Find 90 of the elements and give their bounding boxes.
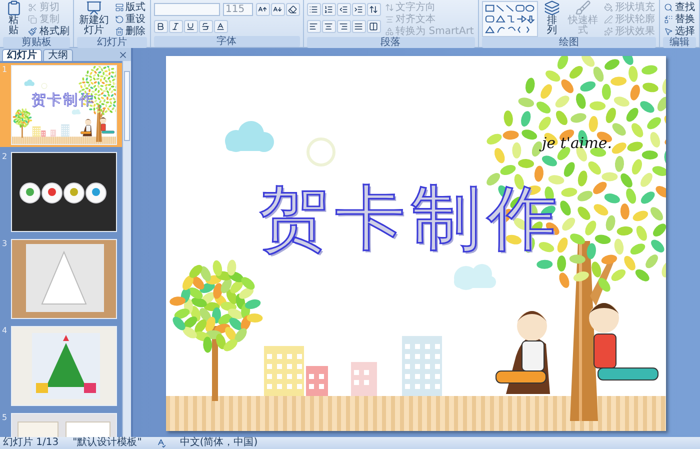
ribbon-button[interactable]: 选择: [663, 25, 696, 37]
align-left-button[interactable]: [306, 20, 321, 33]
numbered-list-button[interactable]: [322, 3, 336, 16]
ribbon-button[interactable]: 替换: [663, 13, 696, 25]
grow-font-icon: [258, 5, 268, 14]
align-center-icon: [324, 22, 334, 31]
up-down-arrow-icon: [384, 2, 394, 12]
eraser-icon: [288, 5, 298, 14]
presentation-board-icon: [86, 0, 102, 16]
align-right-button[interactable]: [336, 20, 351, 33]
theme-name: "默认设计模板": [72, 437, 142, 449]
group-label: 幻灯片: [77, 37, 147, 48]
slide-thumbnail-item[interactable]: 3: [0, 237, 122, 321]
trash-icon: [114, 26, 124, 36]
columns-icon: [369, 22, 378, 31]
close-icon[interactable]: [118, 50, 128, 60]
bullet-list-icon: [309, 5, 318, 14]
spell-check-icon[interactable]: [156, 438, 166, 448]
bullet-list-button[interactable]: [306, 3, 321, 16]
scissors-icon: [28, 2, 38, 12]
scrollbar[interactable]: [122, 61, 131, 437]
sparkles-icon: [604, 26, 613, 36]
ribbon-button[interactable]: 版式: [114, 1, 147, 13]
bold-icon: [156, 22, 166, 31]
group-label: 段落: [306, 37, 475, 48]
group-label: 剪贴板: [3, 37, 70, 48]
ribbon-button[interactable]: 粘贴: [3, 0, 24, 36]
align-center-button[interactable]: [322, 20, 336, 33]
slide-number: 2: [2, 152, 8, 163]
eraser-button[interactable]: [286, 3, 300, 16]
ribbon-button[interactable]: 查找: [663, 1, 696, 13]
search-icon: [664, 2, 673, 12]
align-center-icon: [384, 14, 394, 24]
slide-number: 1: [2, 65, 8, 76]
ribbon-button[interactable]: 新建幻灯片: [77, 0, 111, 36]
panel-tab[interactable]: 幻灯片: [2, 49, 42, 61]
group-label: 字体: [154, 36, 300, 47]
slide-number: 5: [2, 413, 8, 424]
paint-bucket-icon: [604, 2, 613, 12]
language-status: 中文(简体，中国): [180, 437, 258, 449]
slide-counter: 幻灯片 1/13: [3, 437, 59, 449]
font-size-field[interactable]: 115: [222, 3, 253, 16]
align-left-icon: [309, 22, 318, 31]
panel-tab[interactable]: 大纲: [43, 49, 73, 61]
line-spacing-icon: [369, 5, 378, 14]
layout-icon: [114, 2, 124, 12]
underline-icon: [186, 22, 196, 31]
shapes-gallery[interactable]: [482, 1, 538, 37]
group-label: 编辑: [663, 37, 696, 48]
layers-icon: [544, 0, 560, 16]
italic-button[interactable]: [168, 20, 183, 33]
group-label: 绘图: [482, 37, 656, 48]
rotate-arrow-icon: [114, 14, 124, 24]
pen-icon: [604, 14, 613, 24]
slide-number: 3: [2, 239, 8, 250]
clipboard-icon: [6, 0, 22, 16]
shrink-font-icon: [273, 5, 282, 14]
line-spacing-button[interactable]: [366, 3, 381, 16]
paintbrush-icon: [28, 26, 38, 36]
justify-button[interactable]: [352, 20, 366, 33]
slide-number: 4: [2, 326, 8, 337]
indent-increase-button[interactable]: [352, 3, 366, 16]
cursor-icon: [664, 26, 673, 36]
indent-increase-icon: [354, 5, 364, 14]
slide-thumbnail-item[interactable]: 5: [0, 411, 122, 437]
shapes-icon: [384, 26, 394, 36]
font-name-field[interactable]: [154, 3, 220, 16]
strikethrough-button[interactable]: [198, 20, 213, 33]
ribbon-button[interactable]: 删除: [114, 25, 147, 37]
font-color-icon: [216, 22, 226, 31]
slide-thumbnail-item[interactable]: 4: [0, 324, 122, 408]
ribbon-button[interactable]: 重设: [114, 13, 147, 25]
underline-button[interactable]: [184, 20, 198, 33]
bold-button[interactable]: [154, 20, 168, 33]
indent-decrease-button[interactable]: [336, 3, 351, 16]
grow-font-button[interactable]: [256, 3, 270, 16]
italic-icon: [171, 22, 180, 31]
ribbon-button[interactable]: 格式刷: [27, 25, 70, 37]
font-color-button[interactable]: [214, 20, 228, 33]
indent-decrease-icon: [339, 5, 348, 14]
numbered-list-icon: [324, 5, 334, 14]
justify-icon: [354, 22, 364, 31]
copy-icon: [28, 14, 38, 24]
columns-button[interactable]: [366, 20, 381, 33]
brush-icon: [575, 0, 591, 16]
shrink-font-button[interactable]: [270, 3, 285, 16]
slide-thumbnail-item[interactable]: 2: [0, 150, 122, 234]
strikethrough-icon: [201, 22, 210, 31]
align-right-icon: [339, 22, 348, 31]
ribbon-button[interactable]: 排列: [541, 0, 563, 36]
